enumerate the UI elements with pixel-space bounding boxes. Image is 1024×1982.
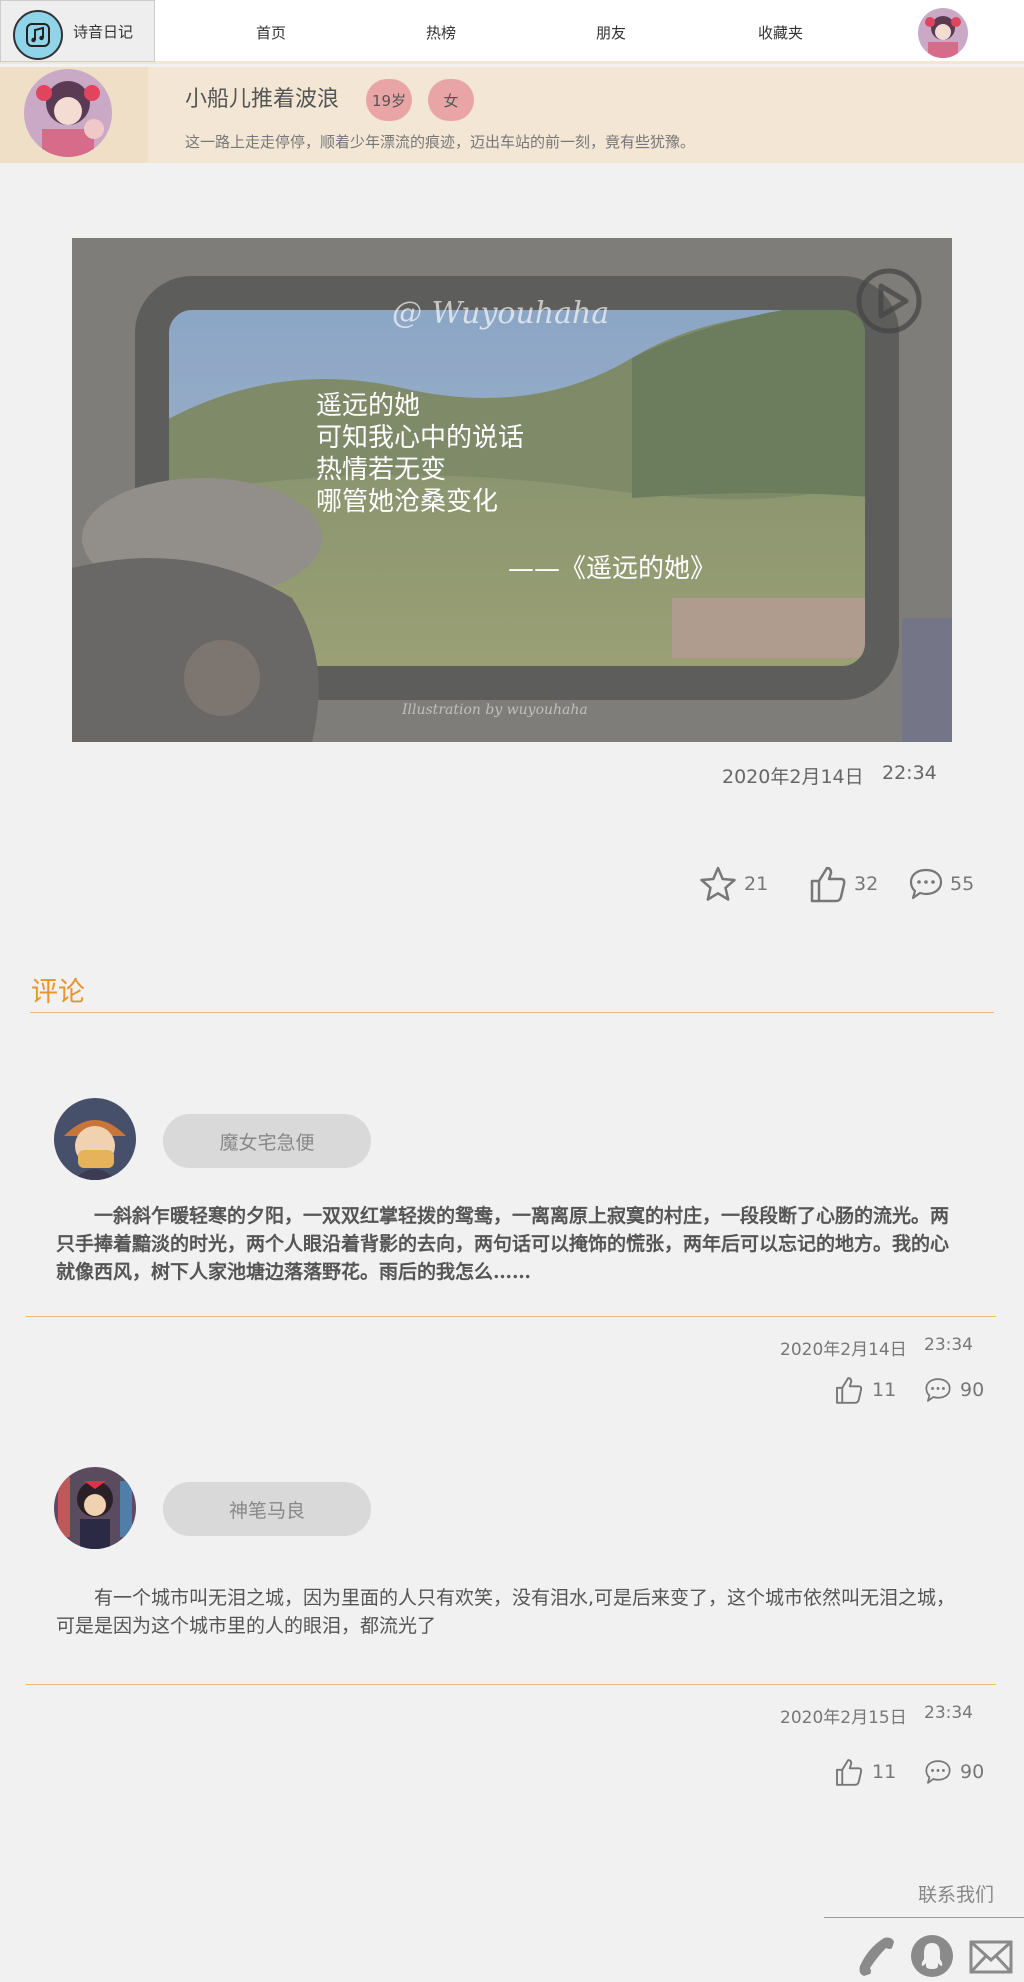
comment-avatar[interactable] <box>54 1098 136 1180</box>
thumbs-up-icon <box>836 1377 863 1404</box>
mail-icon[interactable] <box>968 1934 1013 1978</box>
app-name: 诗音日记 <box>73 23 134 41</box>
comment-date: 2020年2月15日 <box>780 1708 907 1728</box>
comment-reply-button[interactable]: 90 <box>924 1372 984 1408</box>
poem-line: 热情若无变 <box>316 455 447 485</box>
comment-date: 2020年2月14日 <box>780 1340 907 1360</box>
poem-line: 可知我心中的说话 <box>316 423 525 453</box>
poem-source: ——《遥远的她》 <box>508 554 717 584</box>
divider <box>824 1917 1024 1918</box>
poster-credit: Illustration by wuyouhaha <box>402 702 588 718</box>
profile-avatar[interactable] <box>24 69 112 157</box>
phone-icon[interactable] <box>854 1934 898 1978</box>
thumbs-up-icon <box>810 866 846 903</box>
divider <box>26 1316 996 1317</box>
profile-name: 小船儿推着波浪 <box>185 87 340 112</box>
comment-avatar[interactable] <box>54 1467 136 1549</box>
poem-line: 哪管她沧桑变化 <box>316 487 499 517</box>
top-navbar: 诗音日记 首页 热榜 朋友 收藏夹 <box>0 0 1024 64</box>
comment-like-button[interactable]: 11 <box>834 1754 896 1790</box>
comments-title: 评论 <box>31 977 85 1008</box>
comment-username[interactable]: 神笔马良 <box>163 1482 371 1536</box>
poster-watermark: @ Wuyouhaha <box>392 296 610 331</box>
thumbs-up-icon <box>836 1759 863 1786</box>
nav-favorites[interactable]: 收藏夹 <box>758 22 803 43</box>
app-logo[interactable]: 诗音日记 <box>0 0 155 62</box>
poem-text: 遥远的她 可知我心中的说话 热情若无变 哪管她沧桑变化 <box>316 390 524 518</box>
divider <box>30 1012 994 1013</box>
comment-username[interactable]: 魔女宅急便 <box>163 1114 371 1168</box>
comment-reply-count: 90 <box>960 1379 985 1401</box>
comment-text: 一斜斜乍暖轻寒的夕阳，一双双红掌轻拨的鸳鸯，一离离原上寂寞的村庄，一段段断了心肠… <box>56 1205 950 1283</box>
comment-button[interactable]: 55 <box>908 862 974 906</box>
favorite-count: 21 <box>744 873 769 895</box>
age-badge: 19岁 <box>366 79 412 121</box>
comment-reply-button[interactable]: 90 <box>924 1754 984 1790</box>
comment-like-button[interactable]: 11 <box>834 1372 896 1408</box>
post-date: 2020年2月14日 <box>722 766 864 788</box>
comment-like-count: 11 <box>872 1761 897 1783</box>
like-count: 32 <box>854 873 879 895</box>
profile-header: 小船儿推着波浪 19岁 女 这一路上走走停停，顺着少年漂流的痕迹，迈出车站的前一… <box>0 67 1024 163</box>
post-time: 22:34 <box>882 762 937 784</box>
comment-text: 有一个城市叫无泪之城，因为里面的人只有欢笑，没有泪水,可是后来变了，这个城市依然… <box>56 1587 956 1637</box>
nav-friends[interactable]: 朋友 <box>596 22 626 43</box>
user-avatar[interactable] <box>918 8 968 58</box>
qq-icon[interactable] <box>910 1934 954 1978</box>
comment-time: 23:34 <box>924 1703 973 1723</box>
comment-count: 55 <box>950 873 975 895</box>
comment-reply-count: 90 <box>960 1761 985 1783</box>
comment-like-count: 11 <box>872 1379 897 1401</box>
poem-line: 遥远的她 <box>316 391 421 421</box>
divider <box>26 1684 996 1685</box>
like-button[interactable]: 32 <box>808 862 878 906</box>
contact-us-label[interactable]: 联系我们 <box>918 1880 994 1907</box>
chat-bubble-icon <box>909 868 943 900</box>
nav-home[interactable]: 首页 <box>256 22 286 43</box>
gender-badge: 女 <box>428 79 474 121</box>
music-note-icon <box>13 10 63 60</box>
profile-bio: 这一路上走走停停，顺着少年漂流的痕迹，迈出车站的前一刻，竟有些犹豫。 <box>185 133 696 151</box>
chat-bubble-icon <box>925 1378 951 1402</box>
play-button[interactable] <box>856 268 922 334</box>
star-icon <box>700 866 736 901</box>
nav-trending[interactable]: 热榜 <box>426 22 456 43</box>
comment-time: 23:34 <box>924 1335 973 1355</box>
play-icon <box>856 268 922 334</box>
post-image: @ Wuyouhaha 遥远的她 可知我心中的说话 热情若无变 哪管她沧桑变化 … <box>72 238 952 742</box>
favorite-button[interactable]: 21 <box>698 862 768 906</box>
chat-bubble-icon <box>925 1760 951 1784</box>
